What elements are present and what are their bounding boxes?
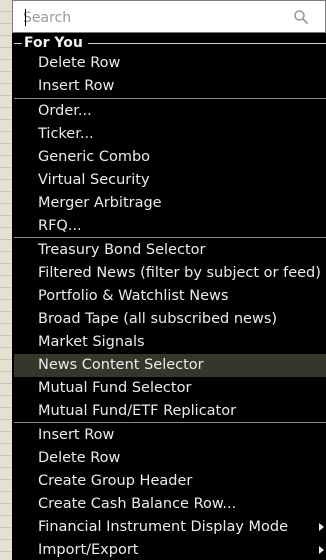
- menu-item-insert-row-2[interactable]: Insert Row: [14, 424, 326, 447]
- menu-item-create-cash-balance-row[interactable]: Create Cash Balance Row...: [14, 493, 326, 516]
- menu-item-portfolio-watchlist-news[interactable]: Portfolio & Watchlist News: [14, 285, 326, 308]
- menu-item-virtual-security[interactable]: Virtual Security: [14, 169, 326, 192]
- search-input[interactable]: [23, 7, 283, 28]
- menu-item-create-group-header[interactable]: Create Group Header: [14, 470, 326, 493]
- menu-item-rfq[interactable]: RFQ...: [14, 215, 326, 238]
- menu-item-delete-row-2[interactable]: Delete Row: [14, 447, 326, 470]
- menu-separator: [14, 422, 326, 423]
- menu-item-news-content-selector[interactable]: News Content Selector: [14, 354, 326, 377]
- menu-item-filtered-news[interactable]: Filtered News (filter by subject or feed…: [14, 262, 326, 285]
- menu-item-mutual-fund-etf-replicator[interactable]: Mutual Fund/ETF Replicator: [14, 400, 326, 423]
- search-box[interactable]: [12, 0, 326, 33]
- menu-item-financial-instrument-display-mode[interactable]: Financial Instrument Display Mode: [14, 516, 326, 539]
- menu-item-merger-arbitrage[interactable]: Merger Arbitrage: [14, 192, 326, 215]
- menu-item-generic-combo[interactable]: Generic Combo: [14, 146, 326, 169]
- menu-item-order[interactable]: Order...: [14, 100, 326, 123]
- header-dash: [14, 43, 22, 44]
- header-rule: [88, 43, 326, 44]
- text-cursor: [25, 9, 26, 26]
- menu-item-insert-row[interactable]: Insert Row: [14, 75, 326, 98]
- section-header-for-you: For You: [12, 34, 326, 54]
- section-title: For You: [24, 35, 83, 51]
- search-icon[interactable]: [293, 9, 309, 25]
- menu-separator: [14, 98, 326, 99]
- menu-item-delete-row[interactable]: Delete Row: [14, 52, 326, 75]
- submenu-arrow-icon: [319, 546, 324, 554]
- menu-item-market-signals[interactable]: Market Signals: [14, 331, 326, 354]
- menu-item-import-export[interactable]: Import/Export: [14, 539, 326, 560]
- menu-item-ticker[interactable]: Ticker...: [14, 123, 326, 146]
- menu-item-mutual-fund-selector[interactable]: Mutual Fund Selector: [14, 377, 326, 400]
- menu-item-broad-tape[interactable]: Broad Tape (all subscribed news): [14, 308, 326, 331]
- submenu-arrow-icon: [319, 523, 324, 531]
- context-menu: For You Delete Row Insert Row Order... T…: [12, 0, 326, 560]
- menu-separator: [14, 237, 326, 238]
- menu-item-treasury-bond-selector[interactable]: Treasury Bond Selector: [14, 239, 326, 262]
